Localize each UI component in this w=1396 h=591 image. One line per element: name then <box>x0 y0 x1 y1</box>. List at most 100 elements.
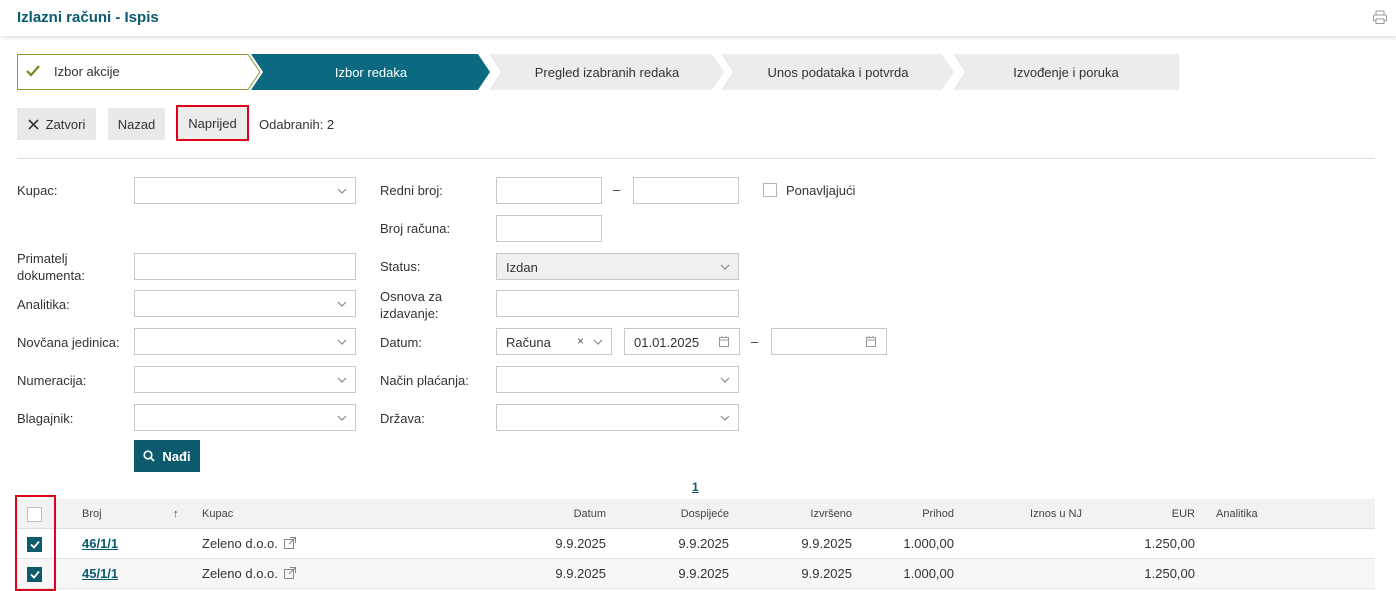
search-icon <box>143 450 156 462</box>
page-link-1[interactable]: 1 <box>692 480 699 494</box>
calendar-icon[interactable] <box>719 336 729 347</box>
blagajnik-select[interactable] <box>134 404 356 431</box>
sort-asc-icon[interactable]: ↑ <box>173 499 179 529</box>
chevron-down-icon <box>593 339 603 345</box>
table-row[interactable]: 46/1/1 Zeleno d.o.o. 9.9.2025 9.9.2025 9… <box>17 529 1375 559</box>
table-header: Broj ↑ Kupac Datum Dospijeće Izvršeno Pr… <box>17 499 1375 529</box>
datum-cell: 9.9.2025 <box>555 536 606 551</box>
osnova-label-line2: izdavanje: <box>380 306 439 321</box>
col-kupac[interactable]: Kupac <box>202 499 233 529</box>
status-label: Status: <box>380 259 421 274</box>
page-title: Izlazni računi - Ispis <box>17 9 159 26</box>
find-label: Nađi <box>162 448 191 464</box>
col-broj[interactable]: Broj <box>82 499 102 529</box>
ponavljajuci-checkbox[interactable] <box>763 183 777 197</box>
close-button[interactable]: Zatvori <box>17 108 96 140</box>
close-icon <box>28 118 39 130</box>
back-button[interactable]: Nazad <box>108 108 165 140</box>
redni-broj-label: Redni broj: <box>380 183 443 198</box>
kupac-cell: Zeleno d.o.o. <box>202 529 296 559</box>
primatelj-label: Primatelj dokumenta: <box>17 250 85 284</box>
step-label: Izbor redaka <box>334 64 408 80</box>
kupac-select[interactable] <box>134 177 356 204</box>
eur-cell: 1.250,00 <box>1144 566 1195 581</box>
divider <box>17 158 1375 159</box>
step-izbor-redaka[interactable]: Izbor redaka <box>251 54 491 90</box>
redni-broj-to-input[interactable] <box>633 177 739 204</box>
redni-broj-from-input[interactable] <box>496 177 602 204</box>
col-iznos-nj[interactable]: Iznos u NJ <box>982 499 1082 529</box>
kupac-cell: Zeleno d.o.o. <box>202 559 296 589</box>
range-dash: – <box>613 182 621 197</box>
blagajnik-label: Blagajnik: <box>17 411 74 426</box>
primatelj-label-line2: dokumenta: <box>17 268 85 283</box>
chevron-down-icon <box>720 415 730 421</box>
iznos-nj-cell <box>982 559 1082 589</box>
next-button[interactable]: Naprijed <box>176 105 249 141</box>
analitika-select[interactable] <box>134 290 356 317</box>
chevron-down-icon <box>337 188 347 194</box>
nacin-placanja-select[interactable] <box>496 366 739 393</box>
col-analitika[interactable]: Analitika <box>1216 499 1258 529</box>
range-dash: – <box>751 334 759 349</box>
chevron-down-icon <box>337 377 347 383</box>
osnova-input[interactable] <box>496 290 739 317</box>
step-unos-podataka[interactable]: Unos podataka i potvrda <box>721 54 955 90</box>
printer-icon[interactable] <box>1372 9 1388 25</box>
osnova-label-line1: Osnova za <box>380 289 443 304</box>
step-label: Pregled izabranih redaka <box>534 64 680 80</box>
datum-type-value: Računa <box>506 335 551 350</box>
datum-type-select[interactable]: Računa × <box>496 328 612 355</box>
step-label: Izvođenje i poruka <box>1013 64 1119 80</box>
wizard-steps: Izbor akcije Izbor redaka Pregled izabra… <box>17 54 1179 90</box>
dospijece-cell: 9.9.2025 <box>678 566 729 581</box>
osnova-label: Osnova za izdavanje: <box>380 288 442 322</box>
col-dospijece[interactable]: Dospijeće <box>629 499 729 529</box>
datum-to-input[interactable] <box>771 328 887 355</box>
step-pregled-izabranih-redaka[interactable]: Pregled izabranih redaka <box>489 54 725 90</box>
numeracija-label: Numeracija: <box>17 373 87 388</box>
numeracija-select[interactable] <box>134 366 356 393</box>
iznos-nj-cell <box>982 529 1082 559</box>
chevron-down-icon <box>337 339 347 345</box>
results-table: Broj ↑ Kupac Datum Dospijeće Izvršeno Pr… <box>17 499 1375 589</box>
chevron-down-icon <box>720 377 730 383</box>
status-select[interactable]: Izdan <box>496 253 739 280</box>
invoice-link[interactable]: 45/1/1 <box>82 559 118 589</box>
page-header: Izlazni računi - Ispis <box>0 0 1396 36</box>
col-izvrseno[interactable]: Izvršeno <box>752 499 852 529</box>
close-label: Zatvori <box>45 116 86 132</box>
external-link-icon[interactable] <box>283 567 296 579</box>
col-prihod[interactable]: Prihod <box>854 499 954 529</box>
drzava-select[interactable] <box>496 404 739 431</box>
step-izvodenje-i-poruka[interactable]: Izvođenje i poruka <box>953 54 1179 90</box>
datum-from-value: 01.01.2025 <box>634 335 700 350</box>
check-icon <box>26 65 40 77</box>
eur-cell: 1.250,00 <box>1144 536 1195 551</box>
chevron-down-icon <box>720 264 730 270</box>
step-izbor-akcije[interactable]: Izbor akcije <box>17 54 261 90</box>
datum-from-input[interactable]: 01.01.2025 <box>624 328 740 355</box>
analitika-label: Analitika: <box>17 297 70 312</box>
calendar-icon[interactable] <box>866 336 876 347</box>
invoice-link[interactable]: 46/1/1 <box>82 529 118 559</box>
prihod-cell: 1.000,00 <box>903 566 954 581</box>
clear-icon[interactable]: × <box>577 334 584 348</box>
novcana-jedinica-select[interactable] <box>134 328 356 355</box>
col-datum[interactable]: Datum <box>506 499 606 529</box>
col-eur[interactable]: EUR <box>1095 499 1195 529</box>
datum-cell: 9.9.2025 <box>555 566 606 581</box>
kupac-name: Zeleno d.o.o. <box>202 536 278 551</box>
find-button[interactable]: Nađi <box>134 440 200 472</box>
external-link-icon[interactable] <box>283 537 296 549</box>
primatelj-input[interactable] <box>134 253 356 280</box>
ponavljajuci-label: Ponavljajući <box>786 183 856 198</box>
datum-label: Datum: <box>380 335 422 350</box>
table-row[interactable]: 45/1/1 Zeleno d.o.o. 9.9.2025 9.9.2025 9… <box>17 559 1375 589</box>
drzava-label: Država: <box>380 411 425 426</box>
chevron-down-icon <box>337 301 347 307</box>
kupac-name: Zeleno d.o.o. <box>202 566 278 581</box>
izvrseno-cell: 9.9.2025 <box>801 536 852 551</box>
broj-racuna-input[interactable] <box>496 215 602 242</box>
broj-racuna-label: Broj računa: <box>380 221 451 236</box>
